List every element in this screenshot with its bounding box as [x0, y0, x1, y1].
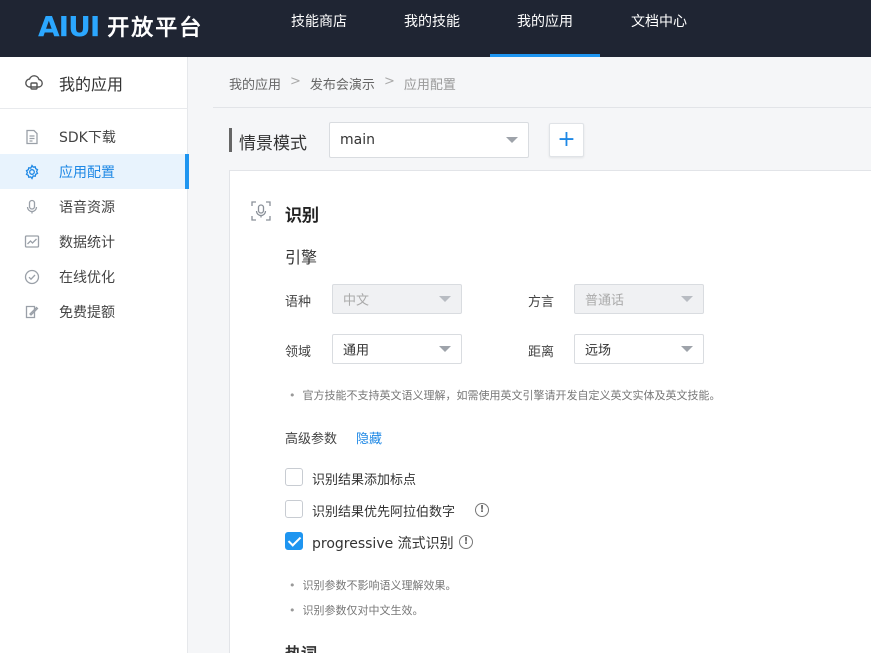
breadcrumb-current: 应用配置 — [403, 78, 456, 93]
punctuation-checkbox[interactable] — [285, 468, 303, 486]
distance-label: 距离 — [528, 345, 555, 360]
breadcrumb-divider — [213, 107, 871, 108]
dialect-label: 方言 — [528, 295, 555, 310]
breadcrumb-separator: > — [383, 74, 395, 89]
voice-recognition-icon — [251, 201, 271, 221]
top-navigation-bar: AIUI 开放平台 技能商店 我的技能 我的应用 文档中心 — [0, 0, 871, 57]
progressive-option-label[interactable]: progressive 流式识别 — [312, 533, 454, 553]
info-icon[interactable]: ! — [459, 535, 473, 549]
aiui-logo[interactable]: AIUI 开放平台 — [38, 8, 203, 44]
hotwords-title: 热词 — [285, 640, 317, 653]
check-circle-icon — [24, 269, 40, 285]
breadcrumb-my-apps[interactable]: 我的应用 — [229, 74, 281, 93]
recognition-note: 识别参数不影响语义理解效果。 — [289, 577, 457, 593]
chart-icon — [24, 235, 40, 248]
hide-advanced-link[interactable]: 隐藏 — [356, 428, 382, 447]
chevron-down-icon — [439, 346, 451, 352]
nav-my-skills[interactable]: 我的技能 — [389, 0, 475, 57]
chevron-down-icon — [439, 296, 451, 302]
info-icon[interactable]: ! — [475, 503, 489, 517]
punctuation-option-label[interactable]: 识别结果添加标点 — [312, 469, 416, 488]
engine-note: 官方技能不支持英文语义理解，如需使用英文引擎请开发自定义英文实体及英文技能。 — [289, 387, 721, 403]
sidebar: 我的应用 SDK下载 应用配置 语音资源 数据统计 在线优化 免费提额 — [0, 57, 189, 653]
language-label: 语种 — [285, 295, 312, 310]
chevron-down-icon — [681, 346, 693, 352]
domain-select[interactable]: 通用 — [332, 334, 462, 364]
dialect-select: 普通话 — [574, 284, 704, 314]
scene-label: 情景模式 — [239, 134, 307, 154]
domain-select-value: 通用 — [343, 343, 370, 359]
sidebar-item-free-quota[interactable]: 免费提额 — [0, 294, 188, 329]
sidebar-item-label: 语音资源 — [59, 200, 115, 216]
recognition-note: 识别参数仅对中文生效。 — [289, 602, 424, 618]
cloud-app-icon — [25, 75, 43, 90]
distance-select[interactable]: 远场 — [574, 334, 704, 364]
nav-my-apps[interactable]: 我的应用 — [502, 0, 588, 57]
advanced-params-label: 高级参数 — [285, 432, 338, 447]
chevron-down-icon — [506, 137, 518, 143]
language-select-value: 中文 — [343, 293, 370, 309]
sidebar-item-label: SDK下载 — [59, 130, 116, 146]
sidebar-header: 我的应用 — [0, 57, 188, 109]
recognition-title: 识别 — [285, 206, 319, 226]
edit-icon — [25, 305, 39, 319]
logo-mark: AIUI — [38, 9, 100, 43]
arabic-numerals-checkbox[interactable] — [285, 500, 303, 518]
gear-icon — [25, 164, 39, 180]
nav-skill-store[interactable]: 技能商店 — [276, 0, 362, 57]
domain-label: 领域 — [285, 345, 312, 360]
engine-title: 引擎 — [285, 248, 318, 267]
breadcrumb-separator: > — [290, 74, 301, 89]
sidebar-item-label: 数据统计 — [59, 235, 115, 251]
distance-select-value: 远场 — [585, 343, 612, 359]
sidebar-item-app-config[interactable]: 应用配置 — [0, 154, 189, 189]
sidebar-item-label: 在线优化 — [59, 270, 115, 286]
logo-text: 开放平台 — [107, 16, 204, 41]
breadcrumb-demo-app[interactable]: 发布会演示 — [310, 74, 375, 93]
breadcrumb: 我的应用 > 发布会演示 > 应用配置 — [229, 74, 456, 93]
sidebar-title: 我的应用 — [59, 75, 124, 94]
nav-docs-center[interactable]: 文档中心 — [616, 0, 702, 57]
scene-accent-bar — [229, 128, 232, 152]
sidebar-item-online-optimize[interactable]: 在线优化 — [0, 259, 188, 294]
sidebar-item-label: 应用配置 — [59, 165, 115, 181]
sidebar-item-label: 免费提额 — [59, 305, 115, 321]
nav-active-indicator — [490, 54, 600, 57]
sidebar-item-statistics[interactable]: 数据统计 — [0, 224, 188, 259]
sidebar-item-sdk-download[interactable]: SDK下载 — [0, 119, 188, 154]
progressive-checkbox[interactable] — [285, 532, 303, 550]
arabic-numerals-option-label[interactable]: 识别结果优先阿拉伯数字 — [312, 501, 455, 520]
add-scene-button[interactable]: + — [549, 123, 584, 157]
document-icon — [26, 129, 38, 145]
language-select: 中文 — [332, 284, 462, 314]
dialect-select-value: 普通话 — [585, 293, 625, 309]
sidebar-item-voice-resources[interactable]: 语音资源 — [0, 189, 188, 224]
scene-select[interactable]: main — [329, 122, 529, 158]
scene-select-value: main — [340, 132, 375, 148]
microphone-icon — [26, 199, 38, 214]
chevron-down-icon — [681, 296, 693, 302]
